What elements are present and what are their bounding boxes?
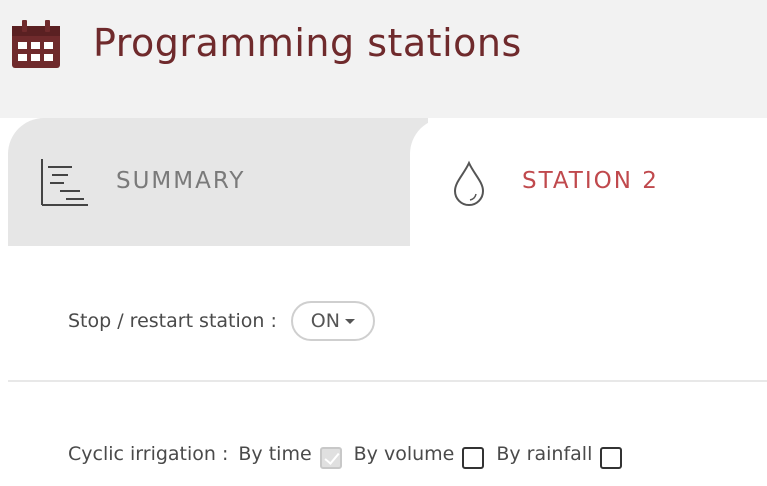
tab-station-2[interactable]: STATION 2 <box>410 118 767 246</box>
by-volume-checkbox[interactable] <box>462 447 485 469</box>
by-time-checkbox <box>319 447 342 469</box>
stop-restart-row: Stop / restart station : ON <box>68 299 375 343</box>
station-settings-panel: Stop / restart station : ON Cyclic irrig… <box>8 246 767 486</box>
tab-station-2-label: STATION 2 <box>522 168 659 194</box>
by-rainfall-label: By rainfall <box>496 443 593 465</box>
by-time-label: By time <box>238 443 312 465</box>
toggle-value: ON <box>310 310 340 332</box>
page-title: Programming stations <box>93 21 522 65</box>
by-rainfall-checkbox[interactable] <box>600 447 623 469</box>
tab-summary[interactable]: SUMMARY <box>8 118 428 246</box>
by-volume-label: By volume <box>353 443 455 465</box>
caret-down-icon <box>344 318 355 324</box>
calendar-icon <box>12 20 60 68</box>
gantt-chart-icon <box>41 159 88 206</box>
tab-summary-label: SUMMARY <box>116 168 246 194</box>
stop-restart-label: Stop / restart station : <box>68 310 277 332</box>
page-header: Programming stations <box>0 0 767 118</box>
divider <box>8 380 767 382</box>
station-on-off-toggle[interactable]: ON <box>290 301 375 341</box>
water-drop-icon <box>453 160 485 206</box>
cyclic-irrigation-label: Cyclic irrigation : <box>68 443 229 465</box>
cyclic-irrigation-row: Cyclic irrigation : By time By volume By… <box>68 436 634 472</box>
